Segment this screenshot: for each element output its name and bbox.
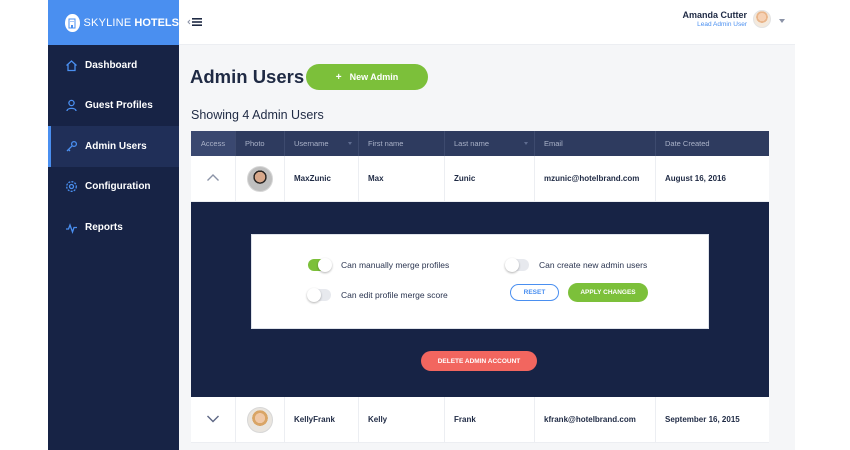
- toggle-knob: [505, 258, 519, 272]
- column-header-access[interactable]: Access: [191, 131, 236, 156]
- permission-merge-profiles: Can manually merge profiles: [308, 258, 450, 272]
- column-header-photo: Photo: [236, 131, 285, 156]
- admin-users-table: Access Photo Username First name Last na…: [191, 131, 769, 443]
- sidebar-nav: Dashboard Guest Profiles Admin Users Con…: [48, 45, 179, 248]
- table-row[interactable]: MaxZunic Max Zunic mzunic@hotelbrand.com…: [191, 156, 769, 202]
- first-name-cell: Kelly: [359, 397, 445, 442]
- chevron-up-icon: [206, 173, 220, 184]
- reset-button[interactable]: RESET: [510, 284, 559, 301]
- toggle-edit-merge-score[interactable]: [307, 288, 331, 302]
- user-avatar[interactable]: [753, 10, 771, 28]
- delete-admin-account-button[interactable]: DELETE ADMIN ACCOUNT: [421, 351, 537, 371]
- avatar: [247, 406, 273, 433]
- username-cell: KellyFrank: [285, 397, 359, 442]
- first-name-cell: Max: [359, 156, 445, 201]
- sidebar-item-label: Reports: [85, 221, 123, 233]
- sidebar-item-reports[interactable]: Reports: [48, 207, 179, 248]
- email-cell: kfrank@hotelbrand.com: [535, 397, 656, 442]
- brand-name-bold: HOTELS: [134, 16, 179, 29]
- header-label: Email: [544, 139, 563, 148]
- table-header: Access Photo Username First name Last na…: [191, 131, 769, 156]
- toggle-create-admin[interactable]: [505, 258, 529, 272]
- new-admin-label: New Admin: [349, 72, 399, 82]
- sidebar-item-admin-users[interactable]: Admin Users: [48, 126, 179, 167]
- page-title: Admin Users: [190, 66, 305, 87]
- header-label: First name: [368, 139, 404, 148]
- activity-icon: [65, 221, 78, 234]
- table-row[interactable]: KellyFrank Kelly Frank kfrank@hotelbrand…: [191, 397, 769, 443]
- sidebar-item-guest-profiles[interactable]: Guest Profiles: [48, 86, 179, 127]
- column-header-email[interactable]: Email: [535, 131, 656, 156]
- sidebar-item-label: Admin Users: [85, 140, 147, 152]
- sidebar-item-label: Guest Profiles: [85, 100, 153, 112]
- sort-icon: [348, 142, 352, 145]
- sidebar-item-label: Configuration: [85, 181, 151, 193]
- photo-cell: [236, 156, 285, 201]
- user-menu[interactable]: Amanda Cutter Lead Admin User: [682, 10, 785, 28]
- permission-create-admin: Can create new admin users: [505, 258, 648, 272]
- last-name-cell: Frank: [445, 397, 535, 442]
- user-role: Lead Admin User: [697, 21, 747, 28]
- sidebar: SKYLINE HOTELS Dashboard Guest Profiles …: [48, 0, 179, 450]
- permission-label: Can create new admin users: [539, 260, 648, 270]
- permissions-card: Can manually merge profiles Can edit pro…: [251, 234, 709, 329]
- column-header-first-name[interactable]: First name: [359, 131, 445, 156]
- brand-logo[interactable]: SKYLINE HOTELS: [48, 0, 179, 45]
- access-panel: Can manually merge profiles Can edit pro…: [191, 202, 769, 397]
- sort-icon: [524, 142, 528, 145]
- collapse-row-button[interactable]: [191, 156, 236, 201]
- date-created-cell: August 16, 2016: [665, 174, 726, 183]
- header-label: Date Created: [665, 139, 710, 148]
- menu-toggle-icon[interactable]: [187, 15, 203, 29]
- toggle-knob: [318, 258, 332, 272]
- chevron-down-icon[interactable]: [779, 19, 785, 23]
- results-count: Showing 4 Admin Users: [191, 108, 324, 122]
- key-icon: [65, 140, 78, 153]
- toggle-knob: [307, 288, 321, 302]
- user-info: Amanda Cutter Lead Admin User: [682, 10, 747, 28]
- home-icon: [65, 59, 78, 72]
- date-created-cell: September 16, 2015: [665, 415, 740, 424]
- plus-icon: +: [335, 71, 342, 83]
- permission-edit-merge-score: Can edit profile merge score: [307, 288, 448, 302]
- last-name-cell: Zunic: [445, 156, 535, 201]
- app-window: SKYLINE HOTELS Dashboard Guest Profiles …: [48, 0, 795, 450]
- email-cell: mzunic@hotelbrand.com: [535, 156, 656, 201]
- sidebar-item-label: Dashboard: [85, 59, 138, 71]
- top-bar: Amanda Cutter Lead Admin User: [179, 0, 795, 45]
- sidebar-item-dashboard[interactable]: Dashboard: [48, 45, 179, 86]
- avatar: [247, 165, 273, 192]
- user-icon: [65, 99, 78, 112]
- chevron-down-icon: [206, 414, 220, 425]
- permission-label: Can edit profile merge score: [341, 290, 448, 300]
- brand-name-light: SKYLINE: [83, 16, 132, 29]
- sidebar-item-configuration[interactable]: Configuration: [48, 167, 179, 208]
- user-name: Amanda Cutter: [682, 10, 747, 20]
- column-header-last-name[interactable]: Last name: [445, 131, 535, 156]
- expand-row-button[interactable]: [191, 397, 236, 442]
- header-label: Photo: [245, 139, 265, 148]
- column-header-username[interactable]: Username: [285, 131, 359, 156]
- apply-changes-button[interactable]: APPLY CHANGES: [568, 283, 648, 302]
- column-header-date-created[interactable]: Date Created: [656, 131, 769, 156]
- permission-label: Can manually merge profiles: [341, 260, 450, 270]
- new-admin-button[interactable]: + New Admin: [306, 64, 428, 90]
- header-label: Access: [200, 139, 226, 148]
- username-cell: MaxZunic: [285, 156, 359, 201]
- hotel-logo-icon: [65, 13, 80, 32]
- header-label: Last name: [454, 139, 490, 148]
- header-label: Username: [294, 139, 329, 148]
- toggle-merge-profiles[interactable]: [308, 258, 332, 272]
- photo-cell: [236, 397, 285, 442]
- gear-icon: [65, 180, 78, 193]
